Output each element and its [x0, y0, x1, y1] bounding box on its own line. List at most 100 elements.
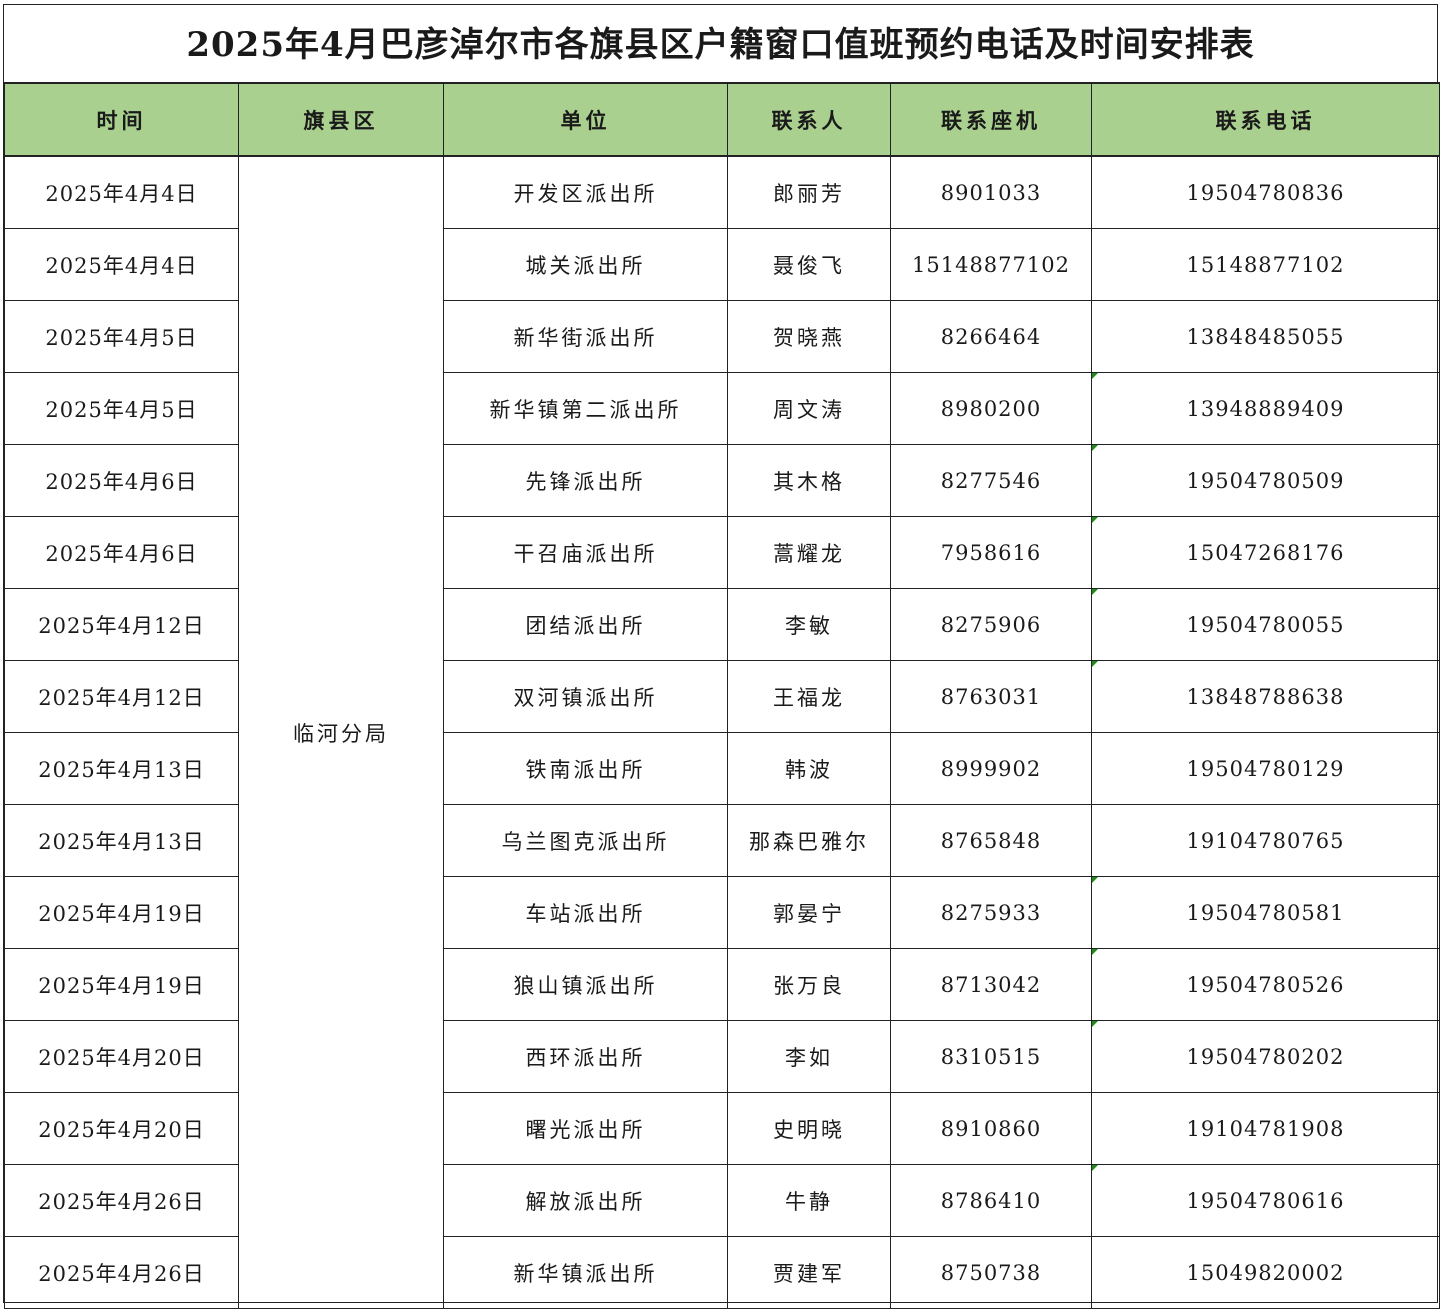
cell-date-text: 2025年4月13日	[38, 757, 205, 782]
cell-phone-text: 15049820002	[1186, 1260, 1345, 1285]
cell-contact: 史明晓	[727, 1092, 891, 1165]
table-row: 2025年4月4日 城关派出所 聂俊飞 15148877102 15148877102	[4, 228, 1440, 301]
cell-date-text: 2025年4月20日	[38, 1117, 205, 1142]
cell-landline: 8980200	[890, 372, 1092, 445]
cell-landline-text: 15148877102	[912, 252, 1070, 277]
cell-unit-text: 先锋派出所	[525, 469, 646, 494]
cell-landline-text: 8765848	[940, 828, 1042, 853]
cell-unit: 先锋派出所	[443, 444, 728, 517]
cell-landline-text: 8786410	[940, 1188, 1042, 1213]
cell-phone-text: 19504780526	[1186, 972, 1345, 997]
table-row: 2025年4月6日 干召庙派出所 蒿耀龙 7958616 15047268176	[4, 516, 1440, 589]
header-landline: 联系座机	[890, 82, 1092, 157]
cell-contact-text: 韩波	[785, 757, 833, 782]
cell-date: 2025年4月19日	[4, 876, 239, 949]
cell-date-text: 2025年4月5日	[45, 397, 198, 422]
schedule-table: 时间 旗县区 单位 联系人 联系座机 联系电话 2025年4月4日 临河分局 开发区…	[4, 82, 1440, 1309]
cell-date-text: 2025年4月26日	[38, 1261, 205, 1286]
cell-phone: 19104781908	[1091, 1092, 1440, 1165]
cell-phone-text: 15047268176	[1186, 540, 1345, 565]
cell-contact-text: 李敏	[785, 613, 833, 638]
cell-date-text: 2025年4月4日	[45, 181, 198, 206]
cell-contact: 韩波	[727, 732, 891, 805]
cell-marker-icon	[1092, 1165, 1098, 1171]
table-body: 2025年4月4日 临河分局 开发区派出所 郎丽芳 8901033 19504780836…	[4, 155, 1440, 1309]
cell-unit-text: 西环派出所	[525, 1045, 646, 1070]
cell-district: 临河分局	[238, 155, 444, 1309]
cell-contact: 那森巴雅尔	[727, 804, 891, 877]
cell-unit-text: 新华镇第二派出所	[489, 397, 682, 422]
cell-unit-text: 曙光派出所	[525, 1117, 646, 1142]
cell-unit: 新华街派出所	[443, 300, 728, 373]
cell-unit-text: 干召庙派出所	[513, 541, 658, 566]
cell-contact-text: 其木格	[773, 469, 845, 494]
cell-landline-text: 8310515	[940, 1044, 1042, 1069]
cell-landline-text: 8713042	[940, 972, 1042, 997]
cell-date-text: 2025年4月19日	[38, 901, 205, 926]
cell-landline: 8277546	[890, 444, 1092, 517]
table-row: 2025年4月13日 乌兰图克派出所 那森巴雅尔 8765848 19104780765	[4, 804, 1440, 877]
cell-unit: 开发区派出所	[443, 155, 728, 229]
table-row: 2025年4月5日 新华街派出所 贺晓燕 8266464 13848485055	[4, 300, 1440, 373]
cell-contact-text: 聂俊飞	[773, 253, 845, 278]
cell-date-text: 2025年4月12日	[38, 613, 205, 638]
cell-date: 2025年4月4日	[4, 155, 239, 229]
cell-landline: 8763031	[890, 660, 1092, 733]
cell-landline: 8310515	[890, 1020, 1092, 1093]
cell-unit: 乌兰图克派出所	[443, 804, 728, 877]
cell-phone-text: 19504780129	[1186, 756, 1345, 781]
cell-date-text: 2025年4月26日	[38, 1189, 205, 1214]
cell-contact-text: 史明晓	[773, 1117, 845, 1142]
cell-contact-text: 蒿耀龙	[773, 541, 845, 566]
cell-phone-text: 19104780765	[1186, 828, 1345, 853]
cell-phone-text: 19504780581	[1186, 900, 1345, 925]
cell-unit: 铁南派出所	[443, 732, 728, 805]
cell-date: 2025年4月6日	[4, 444, 239, 517]
cell-contact-text: 张万良	[773, 973, 845, 998]
cell-contact: 李如	[727, 1020, 891, 1093]
cell-landline-text: 8266464	[940, 324, 1042, 349]
cell-phone: 19104780765	[1091, 804, 1440, 877]
cell-marker-icon	[1092, 517, 1098, 523]
cell-contact: 张万良	[727, 948, 891, 1021]
cell-phone-text: 13848788638	[1186, 684, 1345, 709]
cell-unit-text: 铁南派出所	[525, 757, 646, 782]
cell-date: 2025年4月26日	[4, 1164, 239, 1237]
table-row: 2025年4月4日 临河分局 开发区派出所 郎丽芳 8901033 19504780836	[4, 155, 1440, 1309]
cell-landline: 8275906	[890, 588, 1092, 661]
cell-unit: 解放派出所	[443, 1164, 728, 1237]
table-row: 2025年4月26日 解放派出所 牛静 8786410 19504780616	[4, 1164, 1440, 1237]
cell-unit: 双河镇派出所	[443, 660, 728, 733]
cell-contact-text: 李如	[785, 1045, 833, 1070]
cell-phone: 19504780202	[1091, 1020, 1440, 1093]
cell-landline-text: 8275933	[940, 900, 1042, 925]
cell-contact: 王福龙	[727, 660, 891, 733]
cell-marker-icon	[1092, 589, 1098, 595]
cell-date: 2025年4月4日	[4, 228, 239, 301]
cell-contact-text: 周文涛	[773, 397, 845, 422]
cell-contact-text: 牛静	[785, 1189, 833, 1214]
cell-date: 2025年4月5日	[4, 372, 239, 445]
cell-date: 2025年4月6日	[4, 516, 239, 589]
cell-phone: 19504780836	[1091, 155, 1440, 229]
cell-contact: 周文涛	[727, 372, 891, 445]
cell-contact: 郎丽芳	[727, 155, 891, 229]
cell-date: 2025年4月19日	[4, 948, 239, 1021]
table-row: 2025年4月26日 新华镇派出所 贾建军 8750738 15049820002	[4, 1236, 1440, 1309]
cell-marker-icon	[1092, 661, 1098, 667]
cell-marker-icon	[1092, 373, 1098, 379]
cell-date-text: 2025年4月6日	[45, 469, 198, 494]
cell-contact: 其木格	[727, 444, 891, 517]
cell-unit-text: 城关派出所	[525, 253, 646, 278]
cell-unit: 曙光派出所	[443, 1092, 728, 1165]
cell-landline: 8910860	[890, 1092, 1092, 1165]
header-row: 时间 旗县区 单位 联系人 联系座机 联系电话	[4, 82, 1440, 157]
cell-date-text: 2025年4月4日	[45, 253, 198, 278]
table-row: 2025年4月20日 曙光派出所 史明晓 8910860 19104781908	[4, 1092, 1440, 1165]
cell-contact: 郭晏宁	[727, 876, 891, 949]
cell-landline-text: 7958616	[940, 540, 1042, 565]
cell-landline: 7958616	[890, 516, 1092, 589]
cell-landline: 8713042	[890, 948, 1092, 1021]
cell-unit: 新华镇派出所	[443, 1236, 728, 1309]
cell-landline-text: 8275906	[940, 612, 1042, 637]
